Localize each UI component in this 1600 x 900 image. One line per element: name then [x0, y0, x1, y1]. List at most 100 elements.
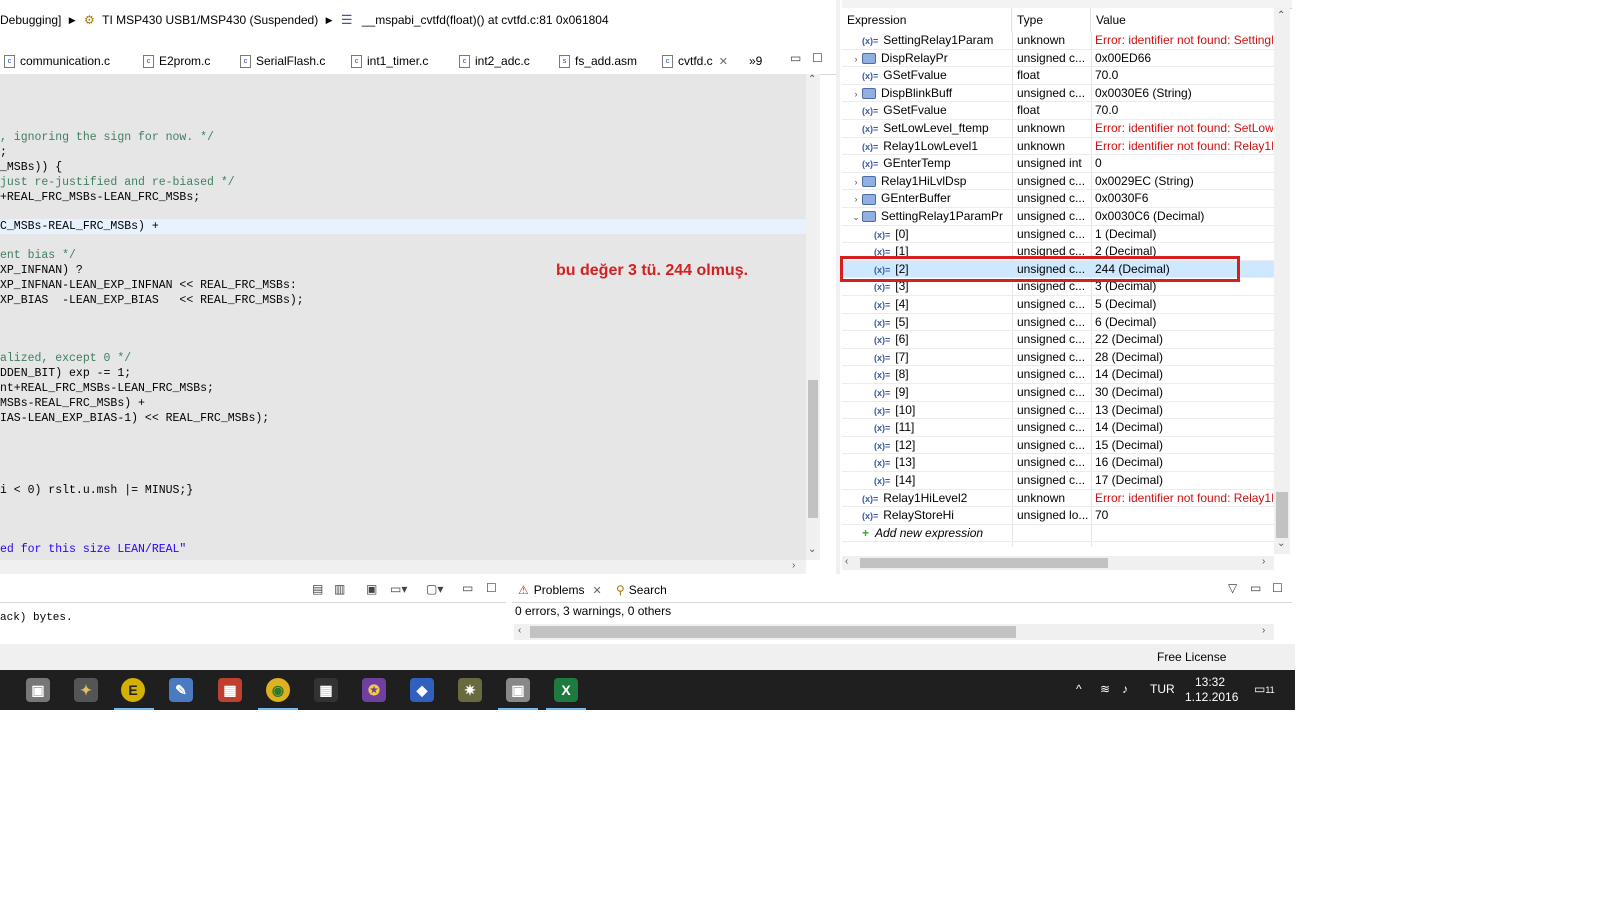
tab-search[interactable]: ⚲ Search: [616, 578, 667, 602]
expression-value[interactable]: Error: identifier not found: Relay1Hi: [1095, 490, 1273, 507]
scroll-right-icon[interactable]: ›: [1262, 625, 1265, 636]
tab-serialflash-c[interactable]: c SerialFlash.c: [240, 49, 325, 73]
pane-divider[interactable]: [836, 0, 840, 574]
expression-value[interactable]: 15 (Decimal): [1095, 437, 1273, 454]
app-icon[interactable]: ✷: [458, 678, 482, 702]
close-icon[interactable]: ✕: [592, 585, 601, 597]
expression-value[interactable]: 0x0029EC (String): [1095, 173, 1273, 190]
close-icon[interactable]: ✕: [719, 56, 728, 68]
expression-row[interactable]: (x)= [7] unsigned c... 28 (Decimal): [842, 349, 1274, 367]
expression-value[interactable]: 1 (Decimal): [1095, 226, 1273, 243]
app-icon[interactable]: ✪: [362, 678, 386, 702]
expression-row[interactable]: (x)= [14] unsigned c... 17 (Decimal): [842, 472, 1274, 490]
display-console-icon[interactable]: ▭▾: [390, 582, 407, 596]
paint-icon[interactable]: ✎: [169, 678, 193, 702]
chevron-up-icon[interactable]: ^: [1076, 682, 1082, 696]
expression-row[interactable]: (x)= [6] unsigned c... 22 (Decimal): [842, 331, 1274, 349]
expression-row[interactable]: › DispBlinkBuff unsigned c... 0x0030E6 (Str…: [842, 85, 1274, 103]
tab-int2-adc-c[interactable]: c int2_adc.c: [459, 49, 530, 73]
expression-value[interactable]: 30 (Decimal): [1095, 384, 1273, 401]
expression-value[interactable]: Error: identifier not found: SettingR: [1095, 32, 1273, 49]
expand-icon[interactable]: ›: [850, 191, 862, 207]
expression-value[interactable]: 14 (Decimal): [1095, 366, 1273, 383]
minimize-icon[interactable]: ▭: [1250, 581, 1261, 595]
excel-icon[interactable]: X: [554, 678, 578, 702]
tab-cvtfd-c[interactable]: c cvtfd.c ✕: [662, 49, 728, 73]
scroll-left-icon[interactable]: ‹: [518, 625, 521, 636]
expression-value[interactable]: 70.0: [1095, 102, 1273, 119]
expression-value[interactable]: 0x0030F6: [1095, 190, 1273, 207]
app-icon[interactable]: ▦: [218, 678, 242, 702]
editor-scroll-thumb[interactable]: [808, 380, 818, 518]
tab-problems[interactable]: ⚠ Problems ✕: [518, 578, 602, 602]
expression-row[interactable]: (x)= [11] unsigned c... 14 (Decimal): [842, 419, 1274, 437]
view-menu-icon[interactable]: ▽: [1228, 581, 1237, 595]
expression-value[interactable]: Error: identifier not found: SetLowL: [1095, 120, 1273, 137]
chrome-icon[interactable]: ◉: [266, 678, 290, 702]
scroll-down-icon[interactable]: ⌄: [808, 544, 816, 555]
expression-row[interactable]: (x)= GSetFvalue float 70.0: [842, 67, 1274, 85]
clock[interactable]: 13:32 1.12.2016: [1185, 675, 1238, 705]
expression-value[interactable]: 28 (Decimal): [1095, 349, 1273, 366]
expression-row[interactable]: (x)= [10] unsigned c... 13 (Decimal): [842, 402, 1274, 420]
expression-value[interactable]: 5 (Decimal): [1095, 296, 1273, 313]
minimize-icon[interactable]: ▭: [462, 581, 473, 595]
language-indicator[interactable]: TUR: [1150, 682, 1175, 696]
expression-value[interactable]: Error: identifier not found: Relay1Lo: [1095, 138, 1273, 155]
open-console-icon[interactable]: ▢▾: [426, 582, 443, 596]
expression-value[interactable]: 13 (Decimal): [1095, 402, 1273, 419]
wifi-icon[interactable]: ≋: [1100, 682, 1110, 696]
expression-row[interactable]: (x)= [4] unsigned c... 5 (Decimal): [842, 296, 1274, 314]
tab-e2prom-c[interactable]: c E2prom.c: [143, 49, 210, 73]
scroll-left-icon[interactable]: ‹: [845, 556, 848, 567]
expression-value[interactable]: 70.0: [1095, 67, 1273, 84]
expression-row[interactable]: › DispRelayPr unsigned c... 0x00ED66: [842, 50, 1274, 68]
maximize-icon[interactable]: ☐: [812, 51, 823, 65]
expression-row[interactable]: (x)= [13] unsigned c... 16 (Decimal): [842, 454, 1274, 472]
column-value[interactable]: Value: [1091, 8, 1274, 32]
expression-row[interactable]: (x)= [5] unsigned c... 6 (Decimal): [842, 314, 1274, 332]
calculator-icon[interactable]: ▦: [314, 678, 338, 702]
expression-row[interactable]: (x)= [0] unsigned c... 1 (Decimal): [842, 226, 1274, 244]
ccs-app-icon[interactable]: ▣: [26, 678, 50, 702]
tab-fs-add-asm[interactable]: s fs_add.asm: [559, 49, 637, 73]
expression-row[interactable]: (x)= GSetFvalue float 70.0: [842, 102, 1274, 120]
expression-value[interactable]: 6 (Decimal): [1095, 314, 1273, 331]
scroll-lock-icon[interactable]: ▥: [334, 582, 345, 596]
scroll-down-icon[interactable]: ⌄: [1277, 538, 1285, 549]
expression-row[interactable]: (x)= Relay1HiLevel2 unknown Error: identifi…: [842, 490, 1274, 508]
column-type[interactable]: Type: [1012, 8, 1091, 32]
breadcrumb-session[interactable]: Debugging]: [0, 10, 61, 30]
expression-row[interactable]: (x)= Relay1LowLevel1 unknown Error: identif…: [842, 138, 1274, 156]
breadcrumb-target[interactable]: TI MSP430 USB1/MSP430 (Suspended): [102, 10, 318, 30]
expression-value[interactable]: 22 (Decimal): [1095, 331, 1273, 348]
app-icon[interactable]: ◆: [410, 678, 434, 702]
expression-value[interactable]: 0x0030C6 (Decimal): [1095, 208, 1273, 225]
expression-row[interactable]: (x)= [12] unsigned c... 15 (Decimal): [842, 437, 1274, 455]
tab-int1-timer-c[interactable]: c int1_timer.c: [351, 49, 428, 73]
expressions-scroll-thumb[interactable]: [1276, 492, 1288, 538]
expression-value[interactable]: 70: [1095, 507, 1273, 524]
scroll-up-icon[interactable]: ⌃: [1277, 10, 1285, 21]
maximize-icon[interactable]: ☐: [486, 581, 497, 595]
expand-icon[interactable]: ›: [850, 174, 862, 190]
ccs-app-icon[interactable]: ▣: [506, 678, 530, 702]
expression-value[interactable]: 16 (Decimal): [1095, 454, 1273, 471]
expression-row[interactable]: (x)= RelayStoreHi unsigned lo... 70: [842, 507, 1274, 525]
pin-console-icon[interactable]: ▣: [366, 582, 377, 596]
problems-hscroll-thumb[interactable]: [530, 626, 1016, 638]
volume-icon[interactable]: ♪: [1122, 682, 1128, 696]
scroll-right-icon[interactable]: ›: [792, 560, 795, 571]
license-status[interactable]: Free License: [1157, 650, 1226, 664]
code-editor[interactable]: , ignoring the sign for now. */; _MSBs)) …: [0, 74, 806, 560]
expression-row[interactable]: › GEnterBuffer unsigned c... 0x0030F6: [842, 190, 1274, 208]
expression-row[interactable]: (x)= [8] unsigned c... 14 (Decimal): [842, 366, 1274, 384]
expand-icon[interactable]: ›: [850, 86, 862, 102]
expression-row[interactable]: › Relay1HiLvlDsp unsigned c... 0x0029EC (St…: [842, 173, 1274, 191]
breadcrumb-frame[interactable]: __mspabi_cvtfd(float)() at cvtfd.c:81 0x…: [362, 10, 609, 30]
expression-value[interactable]: 0x00ED66: [1095, 50, 1273, 67]
expressions-hscroll-thumb[interactable]: [860, 558, 1108, 568]
notification-icon[interactable]: ▭11: [1254, 682, 1275, 696]
expression-value[interactable]: 14 (Decimal): [1095, 419, 1273, 436]
editor-horizontal-scrollbar[interactable]: ›: [0, 560, 806, 574]
